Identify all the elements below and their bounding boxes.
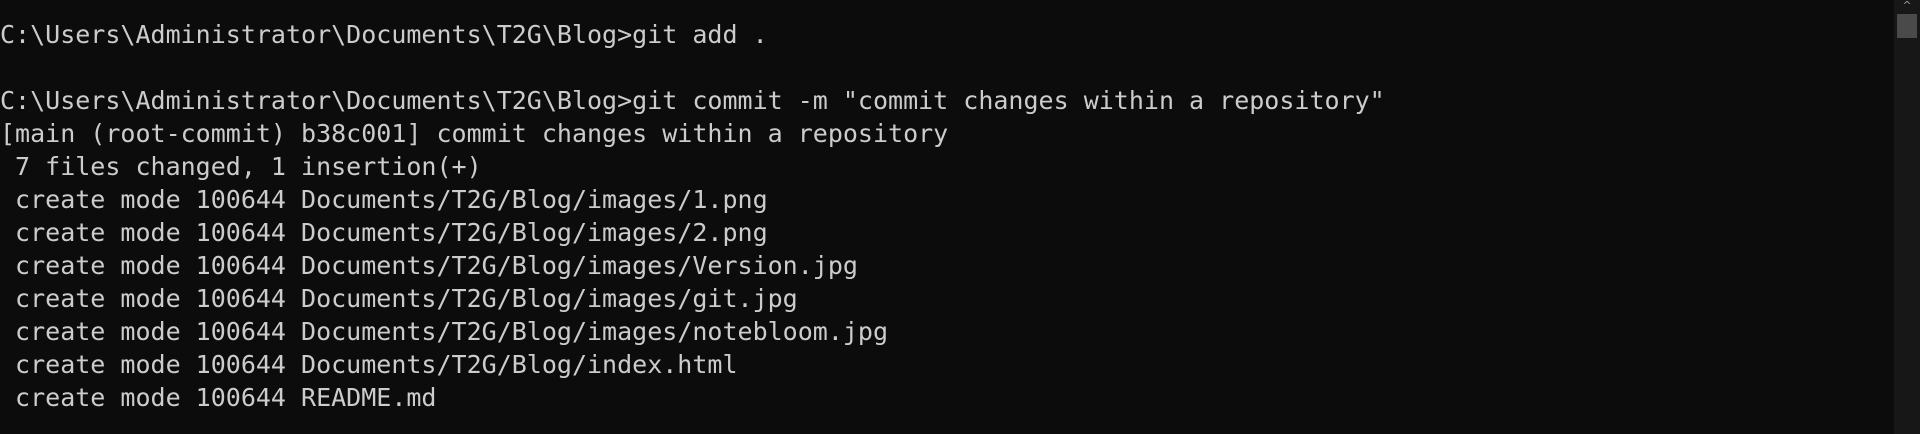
chevron-up-icon[interactable]: ^ [1894, 0, 1920, 12]
create-mode-line: create mode 100644 Documents/T2G/Blog/in… [0, 350, 738, 379]
command-line-git-commit: C:\Users\Administrator\Documents\T2G\Blo… [0, 86, 1385, 115]
create-mode-line: create mode 100644 Documents/T2G/Blog/im… [0, 218, 768, 247]
commit-summary-line: [main (root-commit) b38c001] commit chan… [0, 119, 949, 148]
create-mode-line: create mode 100644 Documents/T2G/Blog/im… [0, 284, 798, 313]
create-mode-line: create mode 100644 Documents/T2G/Blog/im… [0, 317, 889, 346]
scrollbar-thumb[interactable] [1897, 14, 1917, 38]
create-mode-line: create mode 100644 Documents/T2G/Blog/im… [0, 185, 768, 214]
command-line-git-add: C:\Users\Administrator\Documents\T2G\Blo… [0, 20, 768, 49]
terminal-output: C:\Users\Administrator\Documents\T2G\Blo… [0, 18, 1890, 414]
vertical-scrollbar[interactable]: ^ [1894, 0, 1920, 434]
files-changed-line: 7 files changed, 1 insertion(+) [0, 152, 482, 181]
create-mode-line: create mode 100644 README.md [0, 383, 437, 412]
terminal-window[interactable]: C:\Users\Administrator\Documents\T2G\Blo… [0, 0, 1920, 434]
create-mode-line: create mode 100644 Documents/T2G/Blog/im… [0, 251, 858, 280]
